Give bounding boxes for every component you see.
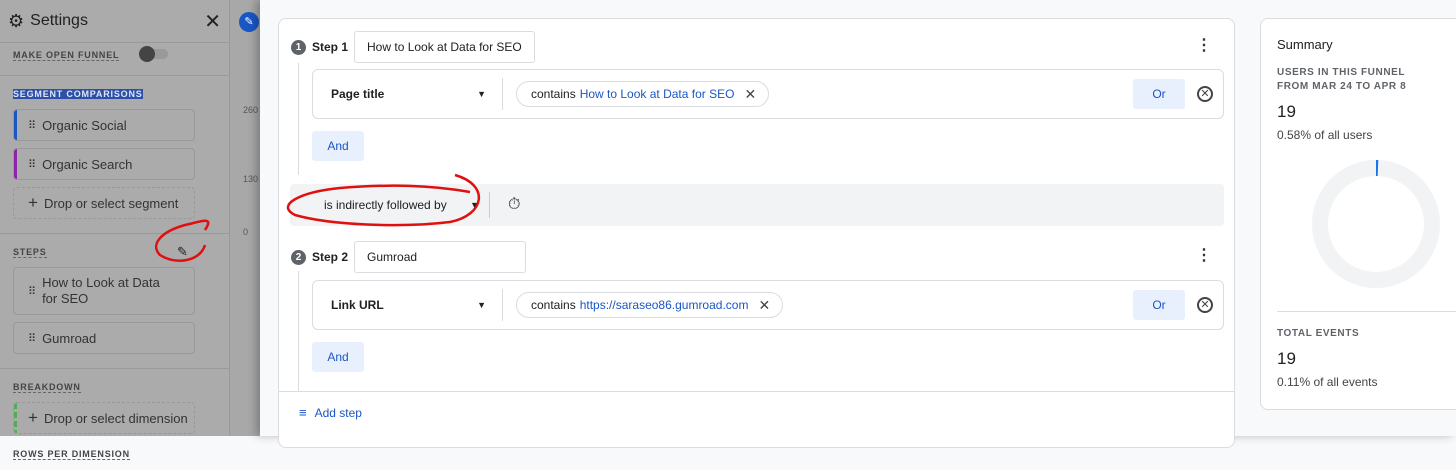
drag-handle-icon[interactable]: ⠿ xyxy=(28,332,36,345)
add-step-button[interactable]: ≡ Add step xyxy=(299,405,362,420)
date-range-label: FROM MAR 24 TO APR 8 xyxy=(1277,81,1407,92)
drag-handle-icon[interactable]: ⠿ xyxy=(28,158,36,171)
users-donut-chart xyxy=(1312,160,1440,288)
users-count: 19 xyxy=(1277,102,1296,121)
step-sequence-bar: is indirectly followed by ▼ ⏱ xyxy=(290,184,1224,226)
segment-label: Organic Social xyxy=(42,117,127,133)
steps-card: 1 Step 1 How to Look at Data for SEO ⋮ Pag… xyxy=(278,18,1235,448)
more-vert-icon[interactable]: ⋮ xyxy=(1196,35,1212,55)
open-funnel-toggle[interactable] xyxy=(138,45,168,62)
gear-icon: ⚙ xyxy=(8,10,25,31)
edit-fab: ✎ xyxy=(239,12,259,32)
users-percent: 0.58% of all users xyxy=(1277,128,1373,142)
step-number-badge: 2 xyxy=(291,249,306,265)
axis-tick: 260 xyxy=(243,105,259,115)
dropdown-arrow-icon: ▼ xyxy=(477,89,486,99)
step-label: Step 1 xyxy=(312,40,349,54)
users-label: USERS IN THIS FUNNEL xyxy=(1277,67,1406,78)
drag-handle-icon[interactable]: ⠿ xyxy=(28,285,36,298)
drag-handle-icon[interactable]: ⠿ xyxy=(28,119,36,132)
timer-off-icon[interactable]: ⏱ xyxy=(508,196,520,214)
step-name-input[interactable]: How to Look at Data for SEO xyxy=(354,31,535,63)
breakdown-label: BREAKDOWN xyxy=(13,382,81,393)
condition-pill[interactable]: contains https://saraseo86.gumroad.com ✕ xyxy=(516,292,784,318)
condition-row: Link URL ▼ contains https://saraseo86.gumr… xyxy=(312,280,1224,330)
step-chip[interactable]: ⠿ Gumroad xyxy=(13,322,195,354)
funnel-steps-editor: 1 Step 1 How to Look at Data for SEO ⋮ Pag… xyxy=(260,0,1456,448)
dropdown-arrow-icon: ▼ xyxy=(470,200,479,210)
step-label: How to Look at Data for SEO xyxy=(42,275,160,306)
close-icon[interactable]: ✕ xyxy=(744,86,756,103)
remove-circle-icon[interactable]: ✕ xyxy=(1197,86,1213,102)
condition-row: Page title ▼ contains How to Look at Data … xyxy=(312,69,1224,119)
summary-card: Summary USERS IN THIS FUNNEL FROM MAR 24… xyxy=(1260,18,1456,410)
plus-icon: + xyxy=(28,193,38,212)
drop-dimension-button[interactable]: + Drop or select dimension xyxy=(13,402,195,434)
events-label: TOTAL EVENTS xyxy=(1277,328,1360,339)
close-icon[interactable]: ✕ xyxy=(204,9,221,34)
segment-comparisons-label: SEGMENT COMPARISONS xyxy=(13,89,143,99)
background-report: ✎ 260 130 0 xyxy=(230,0,260,436)
sequence-select[interactable]: is indirectly followed by ▼ xyxy=(290,192,490,218)
edit-pencil-icon[interactable]: ✎ xyxy=(177,244,188,260)
drop-segment-label: Drop or select segment xyxy=(43,195,179,211)
steps-label: STEPS xyxy=(13,247,47,258)
drop-dimension-label: Drop or select dimension xyxy=(43,410,188,426)
step-number-badge: 1 xyxy=(291,39,306,55)
segment-chip[interactable]: ⠿ Organic Social xyxy=(13,109,195,141)
open-funnel-label: MAKE OPEN FUNNEL xyxy=(13,50,120,61)
dimension-select[interactable]: Page title ▼ xyxy=(313,78,503,110)
settings-sidebar: ⚙ Settings ✕ MAKE OPEN FUNNEL SEGMENT CO… xyxy=(0,0,230,460)
axis-tick: 130 xyxy=(243,174,259,184)
segment-label: Organic Search xyxy=(42,156,133,172)
axis-tick: 0 xyxy=(243,227,249,237)
summary-title: Summary xyxy=(1277,37,1333,52)
donut-track xyxy=(1312,160,1440,288)
step-name-input[interactable]: Gumroad xyxy=(354,241,527,273)
or-button[interactable]: Or xyxy=(1133,79,1185,109)
events-count: 19 xyxy=(1277,349,1296,368)
condition-pill[interactable]: contains How to Look at Data for SEO ✕ xyxy=(516,81,770,107)
dropdown-arrow-icon: ▼ xyxy=(477,300,486,310)
drop-segment-button[interactable]: + Drop or select segment xyxy=(13,187,195,219)
add-list-icon: ≡ xyxy=(299,405,307,420)
step-label: Step 2 xyxy=(312,250,349,264)
step-chip[interactable]: ⠿ How to Look at Data for SEO xyxy=(13,267,195,315)
dimension-select[interactable]: Link URL ▼ xyxy=(313,289,503,321)
or-button[interactable]: Or xyxy=(1133,290,1185,320)
remove-circle-icon[interactable]: ✕ xyxy=(1197,297,1213,313)
plus-icon: + xyxy=(28,408,38,427)
more-vert-icon[interactable]: ⋮ xyxy=(1196,245,1212,265)
step-label: Gumroad xyxy=(42,330,97,346)
and-button[interactable]: And xyxy=(312,131,364,161)
close-icon[interactable]: ✕ xyxy=(758,297,770,314)
sidebar-title: Settings xyxy=(30,12,88,29)
events-percent: 0.11% of all events xyxy=(1277,375,1378,389)
and-button[interactable]: And xyxy=(312,342,364,372)
rows-per-dimension-label: ROWS PER DIMENSION xyxy=(13,449,130,460)
segment-chip[interactable]: ⠿ Organic Search xyxy=(13,148,195,180)
